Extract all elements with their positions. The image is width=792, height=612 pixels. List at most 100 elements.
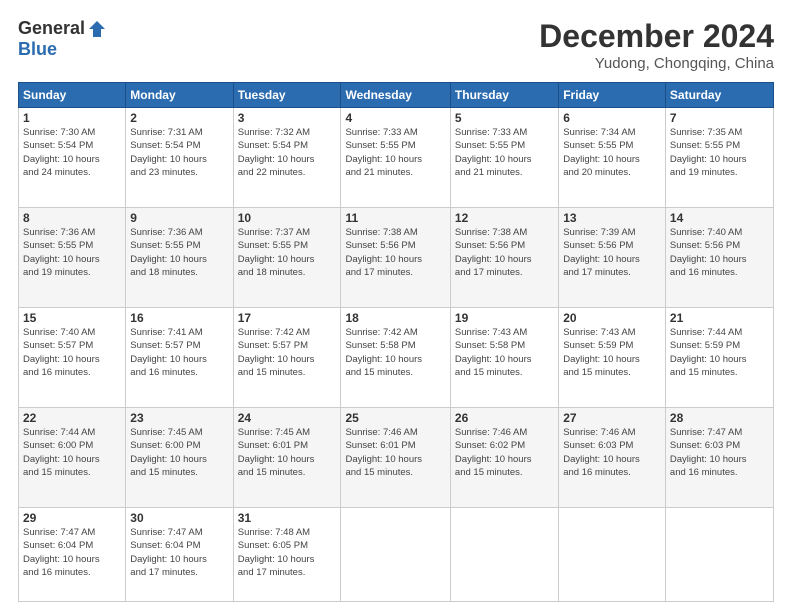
- table-row: 12Sunrise: 7:38 AM Sunset: 5:56 PM Dayli…: [450, 208, 558, 308]
- table-row: 1Sunrise: 7:30 AM Sunset: 5:54 PM Daylig…: [19, 108, 126, 208]
- day-number: 5: [455, 111, 554, 125]
- day-number: 2: [130, 111, 228, 125]
- day-number: 25: [345, 411, 445, 425]
- day-info: Sunrise: 7:47 AM Sunset: 6:03 PM Dayligh…: [670, 426, 769, 479]
- day-info: Sunrise: 7:37 AM Sunset: 5:55 PM Dayligh…: [238, 226, 337, 279]
- day-info: Sunrise: 7:34 AM Sunset: 5:55 PM Dayligh…: [563, 126, 661, 179]
- table-row: [665, 508, 773, 602]
- table-row: 2Sunrise: 7:31 AM Sunset: 5:54 PM Daylig…: [126, 108, 233, 208]
- table-row: 17Sunrise: 7:42 AM Sunset: 5:57 PM Dayli…: [233, 308, 341, 408]
- col-sunday: Sunday: [19, 83, 126, 108]
- table-row: 14Sunrise: 7:40 AM Sunset: 5:56 PM Dayli…: [665, 208, 773, 308]
- day-number: 1: [23, 111, 121, 125]
- table-row: 13Sunrise: 7:39 AM Sunset: 5:56 PM Dayli…: [559, 208, 666, 308]
- table-row: 6Sunrise: 7:34 AM Sunset: 5:55 PM Daylig…: [559, 108, 666, 208]
- day-number: 22: [23, 411, 121, 425]
- day-number: 15: [23, 311, 121, 325]
- day-info: Sunrise: 7:47 AM Sunset: 6:04 PM Dayligh…: [23, 526, 121, 579]
- day-number: 18: [345, 311, 445, 325]
- day-info: Sunrise: 7:40 AM Sunset: 5:56 PM Dayligh…: [670, 226, 769, 279]
- day-number: 16: [130, 311, 228, 325]
- day-number: 30: [130, 511, 228, 525]
- day-number: 14: [670, 211, 769, 225]
- table-row: 15Sunrise: 7:40 AM Sunset: 5:57 PM Dayli…: [19, 308, 126, 408]
- day-info: Sunrise: 7:36 AM Sunset: 5:55 PM Dayligh…: [23, 226, 121, 279]
- table-row: 16Sunrise: 7:41 AM Sunset: 5:57 PM Dayli…: [126, 308, 233, 408]
- day-number: 4: [345, 111, 445, 125]
- day-info: Sunrise: 7:47 AM Sunset: 6:04 PM Dayligh…: [130, 526, 228, 579]
- day-number: 23: [130, 411, 228, 425]
- month-title: December 2024: [539, 18, 774, 55]
- table-row: 27Sunrise: 7:46 AM Sunset: 6:03 PM Dayli…: [559, 408, 666, 508]
- table-row: 31Sunrise: 7:48 AM Sunset: 6:05 PM Dayli…: [233, 508, 341, 602]
- day-number: 17: [238, 311, 337, 325]
- day-info: Sunrise: 7:45 AM Sunset: 6:01 PM Dayligh…: [238, 426, 337, 479]
- table-row: 25Sunrise: 7:46 AM Sunset: 6:01 PM Dayli…: [341, 408, 450, 508]
- table-row: 30Sunrise: 7:47 AM Sunset: 6:04 PM Dayli…: [126, 508, 233, 602]
- logo-general-text: General: [18, 18, 85, 39]
- day-number: 28: [670, 411, 769, 425]
- page: General Blue December 2024 Yudong, Chong…: [0, 0, 792, 612]
- table-row: 19Sunrise: 7:43 AM Sunset: 5:58 PM Dayli…: [450, 308, 558, 408]
- table-row: 28Sunrise: 7:47 AM Sunset: 6:03 PM Dayli…: [665, 408, 773, 508]
- day-number: 6: [563, 111, 661, 125]
- table-row: 21Sunrise: 7:44 AM Sunset: 5:59 PM Dayli…: [665, 308, 773, 408]
- table-row: [559, 508, 666, 602]
- day-number: 12: [455, 211, 554, 225]
- day-number: 21: [670, 311, 769, 325]
- logo-blue-text: Blue: [18, 39, 57, 60]
- day-number: 9: [130, 211, 228, 225]
- day-info: Sunrise: 7:43 AM Sunset: 5:59 PM Dayligh…: [563, 326, 661, 379]
- day-info: Sunrise: 7:33 AM Sunset: 5:55 PM Dayligh…: [345, 126, 445, 179]
- day-number: 8: [23, 211, 121, 225]
- table-row: 29Sunrise: 7:47 AM Sunset: 6:04 PM Dayli…: [19, 508, 126, 602]
- table-row: 8Sunrise: 7:36 AM Sunset: 5:55 PM Daylig…: [19, 208, 126, 308]
- table-row: 7Sunrise: 7:35 AM Sunset: 5:55 PM Daylig…: [665, 108, 773, 208]
- table-row: 9Sunrise: 7:36 AM Sunset: 5:55 PM Daylig…: [126, 208, 233, 308]
- col-friday: Friday: [559, 83, 666, 108]
- day-info: Sunrise: 7:32 AM Sunset: 5:54 PM Dayligh…: [238, 126, 337, 179]
- table-row: 5Sunrise: 7:33 AM Sunset: 5:55 PM Daylig…: [450, 108, 558, 208]
- table-row: 18Sunrise: 7:42 AM Sunset: 5:58 PM Dayli…: [341, 308, 450, 408]
- header: General Blue December 2024 Yudong, Chong…: [18, 18, 774, 72]
- day-info: Sunrise: 7:38 AM Sunset: 5:56 PM Dayligh…: [345, 226, 445, 279]
- day-info: Sunrise: 7:41 AM Sunset: 5:57 PM Dayligh…: [130, 326, 228, 379]
- day-info: Sunrise: 7:48 AM Sunset: 6:05 PM Dayligh…: [238, 526, 337, 579]
- col-wednesday: Wednesday: [341, 83, 450, 108]
- day-info: Sunrise: 7:46 AM Sunset: 6:02 PM Dayligh…: [455, 426, 554, 479]
- table-row: 24Sunrise: 7:45 AM Sunset: 6:01 PM Dayli…: [233, 408, 341, 508]
- location: Yudong, Chongqing, China: [539, 55, 774, 72]
- table-row: 10Sunrise: 7:37 AM Sunset: 5:55 PM Dayli…: [233, 208, 341, 308]
- table-row: 4Sunrise: 7:33 AM Sunset: 5:55 PM Daylig…: [341, 108, 450, 208]
- day-info: Sunrise: 7:39 AM Sunset: 5:56 PM Dayligh…: [563, 226, 661, 279]
- day-info: Sunrise: 7:31 AM Sunset: 5:54 PM Dayligh…: [130, 126, 228, 179]
- day-number: 3: [238, 111, 337, 125]
- day-number: 11: [345, 211, 445, 225]
- day-number: 7: [670, 111, 769, 125]
- logo: General Blue: [18, 18, 107, 60]
- table-row: 3Sunrise: 7:32 AM Sunset: 5:54 PM Daylig…: [233, 108, 341, 208]
- table-row: 26Sunrise: 7:46 AM Sunset: 6:02 PM Dayli…: [450, 408, 558, 508]
- day-number: 29: [23, 511, 121, 525]
- col-monday: Monday: [126, 83, 233, 108]
- day-info: Sunrise: 7:42 AM Sunset: 5:58 PM Dayligh…: [345, 326, 445, 379]
- day-number: 24: [238, 411, 337, 425]
- table-row: 22Sunrise: 7:44 AM Sunset: 6:00 PM Dayli…: [19, 408, 126, 508]
- logo-icon: [87, 19, 107, 39]
- day-info: Sunrise: 7:40 AM Sunset: 5:57 PM Dayligh…: [23, 326, 121, 379]
- day-info: Sunrise: 7:30 AM Sunset: 5:54 PM Dayligh…: [23, 126, 121, 179]
- table-row: [450, 508, 558, 602]
- col-saturday: Saturday: [665, 83, 773, 108]
- day-info: Sunrise: 7:44 AM Sunset: 6:00 PM Dayligh…: [23, 426, 121, 479]
- day-info: Sunrise: 7:38 AM Sunset: 5:56 PM Dayligh…: [455, 226, 554, 279]
- day-number: 27: [563, 411, 661, 425]
- day-info: Sunrise: 7:43 AM Sunset: 5:58 PM Dayligh…: [455, 326, 554, 379]
- calendar-table: Sunday Monday Tuesday Wednesday Thursday…: [18, 82, 774, 602]
- day-info: Sunrise: 7:35 AM Sunset: 5:55 PM Dayligh…: [670, 126, 769, 179]
- day-number: 31: [238, 511, 337, 525]
- day-info: Sunrise: 7:42 AM Sunset: 5:57 PM Dayligh…: [238, 326, 337, 379]
- title-block: December 2024 Yudong, Chongqing, China: [539, 18, 774, 72]
- col-thursday: Thursday: [450, 83, 558, 108]
- calendar-header-row: Sunday Monday Tuesday Wednesday Thursday…: [19, 83, 774, 108]
- day-number: 10: [238, 211, 337, 225]
